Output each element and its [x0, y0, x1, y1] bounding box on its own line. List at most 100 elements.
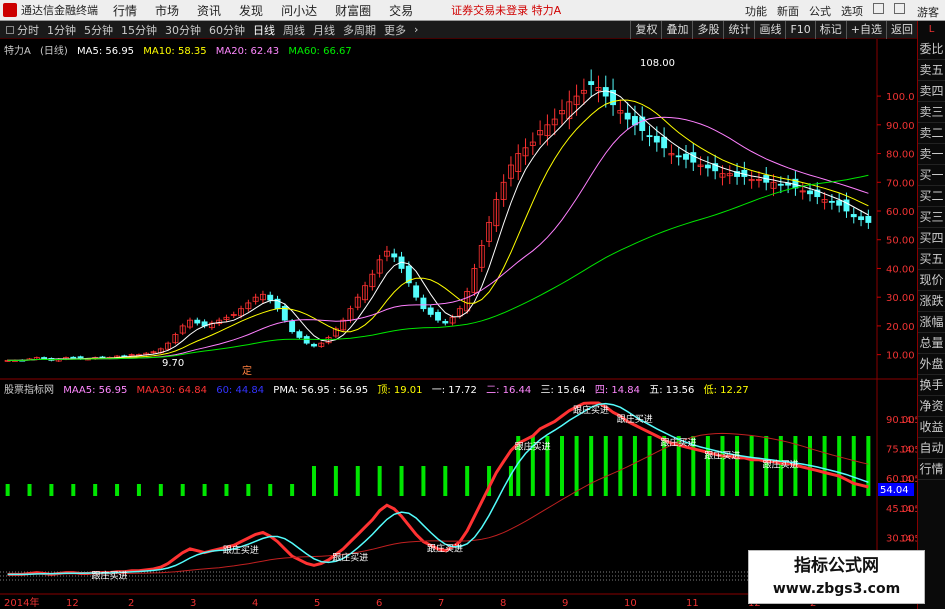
volume-bar [632, 436, 637, 496]
sidebar-quote[interactable]: 行情 [918, 459, 945, 480]
kline-chart[interactable]: 跟庄买进跟庄买进跟庄买进跟庄买进跟庄买进跟庄买进跟庄买进跟庄买进跟庄买进跟庄买进… [0, 39, 917, 609]
period-tab-active[interactable]: 日线 [253, 22, 275, 38]
sidebar-item[interactable]: 涨幅 [918, 312, 945, 333]
sidebar-l-label: L [928, 24, 935, 35]
menu-item[interactable]: 问小达 [281, 2, 317, 19]
volume-bar [49, 484, 54, 496]
guest-label[interactable]: 游客 [917, 4, 939, 20]
x-axis-label: 7 [438, 598, 444, 609]
menu-item[interactable]: 行情 [113, 2, 137, 19]
candle-body [427, 307, 434, 315]
signal-label: 跟庄买进 [704, 449, 740, 461]
period-tab[interactable]: 60分钟 [209, 22, 245, 38]
volume-bar [290, 484, 295, 496]
sidebar-item[interactable]: 委比 [918, 39, 945, 60]
candle-body [653, 135, 660, 143]
minimize-icon[interactable] [873, 3, 884, 14]
period-tab[interactable]: 周线 [283, 22, 305, 38]
menu-item[interactable]: 资讯 [197, 2, 221, 19]
menu-formula[interactable]: 公式 [809, 3, 831, 19]
tool-button[interactable]: 叠加 [661, 21, 692, 39]
volume-bar [837, 436, 842, 496]
right-menu: 功能 新面 公式 选项 [735, 3, 905, 19]
volume-bar [735, 436, 740, 496]
sidebar-item[interactable]: 卖三 [918, 102, 945, 123]
sidebar-item[interactable]: 买一 [918, 165, 945, 186]
menu-item[interactable]: 市场 [155, 2, 179, 19]
candle-body [420, 297, 427, 310]
tool-button[interactable]: 标记 [814, 21, 846, 39]
period-tab[interactable]: 5分钟 [84, 22, 113, 38]
sidebar-item[interactable]: 外盘 [918, 354, 945, 375]
price-axis-label: 40.00 [886, 264, 915, 275]
maximize-icon[interactable] [894, 3, 905, 14]
period-tab[interactable]: 1分钟 [47, 22, 76, 38]
volume-bar [333, 466, 338, 496]
signal-label: 跟庄买进 [427, 542, 463, 554]
sidebar-item[interactable]: 买四 [918, 228, 945, 249]
tool-button[interactable]: 多股 [692, 21, 723, 39]
price-axis-label: 80.00 [886, 150, 915, 161]
volume-bar [589, 436, 594, 496]
volume-bar [224, 484, 229, 496]
tool-button[interactable]: 复权 [630, 21, 661, 39]
volume-bar [136, 484, 141, 496]
sidebar-item[interactable]: 卖五 [918, 60, 945, 81]
sidebar-item[interactable]: 总量 [918, 333, 945, 354]
checkbox-icon[interactable] [6, 25, 14, 34]
tool-button[interactable]: +自选 [845, 21, 886, 39]
title-bar: 通达信金融终端 行情 市场 资讯 发现 问小达 财富圈 交易 证券交易未登录 特… [0, 0, 945, 21]
menu-options[interactable]: 选项 [841, 3, 863, 19]
sidebar-item[interactable]: 买三 [918, 207, 945, 228]
candle-body [850, 214, 857, 218]
sidebar-item[interactable]: 卖四 [918, 81, 945, 102]
period-tab[interactable]: 30分钟 [165, 22, 201, 38]
chevron-right-icon[interactable]: › [414, 23, 418, 36]
menu-function[interactable]: 功能 [745, 3, 767, 19]
price-axis-label: 90.00 [886, 121, 915, 132]
menu-item[interactable]: 财富圈 [335, 2, 371, 19]
tool-button[interactable]: 返回 [886, 21, 917, 39]
current-value-label: 54.04 [880, 485, 909, 496]
x-axis-label: 9 [562, 598, 568, 609]
period-tab[interactable]: 15分钟 [121, 22, 157, 38]
sidebar-item[interactable]: 净资 [918, 396, 945, 417]
period-tab[interactable]: 月线 [313, 22, 335, 38]
price-axis-label: 60.00 [886, 207, 915, 218]
login-status: 证券交易未登录 特力A [451, 4, 562, 17]
menu-new-page[interactable]: 新面 [777, 3, 799, 19]
sidebar-item[interactable]: 买五 [918, 249, 945, 270]
sidebar-item[interactable]: 卖一 [918, 144, 945, 165]
candle-body [194, 319, 201, 324]
candle-body [690, 152, 697, 163]
sidebar-item[interactable]: 收益 [918, 417, 945, 438]
x-axis-label: 12 [66, 598, 79, 609]
sidebar-item[interactable]: 换手 [918, 375, 945, 396]
sidebar-auto[interactable]: 自动 [918, 438, 945, 459]
volume-bar [355, 466, 360, 496]
signal-label: 跟庄买进 [573, 404, 609, 416]
tool-button[interactable]: F10 [785, 21, 814, 39]
price-axis-label: 100.0 [886, 92, 915, 103]
candle-body [624, 112, 631, 120]
period-tab[interactable]: 分时 [17, 22, 39, 38]
volume-bar [5, 484, 10, 496]
period-tab[interactable]: 多周期 [343, 22, 376, 38]
quote-sidebar: L 委比 卖五 卖四 卖三 卖二 卖一 买一 买二 买三 买四 买五 现价 涨跌… [917, 21, 945, 609]
sidebar-item[interactable]: 涨跌 [918, 291, 945, 312]
volume-bar [720, 436, 725, 496]
volume-bar [560, 436, 564, 496]
tool-button[interactable]: 统计 [723, 21, 754, 39]
sidebar-item[interactable]: 买二 [918, 186, 945, 207]
menu-item[interactable]: 交易 [389, 2, 413, 19]
ding-label: 定 [242, 364, 252, 377]
candle-body [588, 81, 595, 85]
period-tab[interactable]: 更多 [384, 22, 406, 38]
signal-label: 跟庄买进 [515, 440, 551, 452]
menu-item[interactable]: 发现 [239, 2, 263, 19]
sidebar-item[interactable]: 现价 [918, 270, 945, 291]
x-axis-label: 2014年 [4, 596, 39, 609]
time-label: 14:50 [900, 416, 917, 426]
sidebar-item[interactable]: 卖二 [918, 123, 945, 144]
tool-button[interactable]: 画线 [754, 21, 785, 39]
